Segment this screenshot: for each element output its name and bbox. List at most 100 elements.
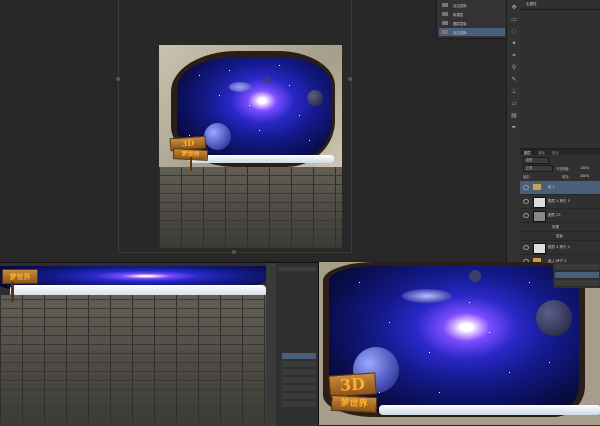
- layer-row[interactable]: 图层 25: [520, 209, 600, 223]
- star: [439, 392, 440, 393]
- history-item[interactable]: 图层蒙版: [439, 19, 505, 27]
- lock-label: 锁定:: [523, 175, 531, 179]
- history-step-icon: [442, 12, 448, 16]
- history-item-selected[interactable]: 自由变换: [439, 28, 505, 36]
- visibility-eye-icon[interactable]: [523, 199, 529, 204]
- layer-effect-item[interactable]: 投影: [520, 232, 600, 241]
- move-icon[interactable]: ✥: [510, 4, 518, 12]
- history-step-icon: [442, 3, 448, 7]
- shot-left-toolstrip: [266, 263, 276, 426]
- star: [219, 95, 220, 96]
- opacity-label: 不透明度:: [556, 167, 570, 171]
- tab-layers[interactable]: 图层: [524, 150, 531, 155]
- star: [299, 115, 300, 116]
- layer-name: 图层 4 拷贝 4: [548, 245, 570, 249]
- mini-layer-row[interactable]: [555, 280, 599, 287]
- layer-effect-name: 投影: [556, 234, 563, 238]
- ringed-planet-image: [229, 82, 251, 92]
- layer-row-selected[interactable]: 组 1: [520, 181, 600, 195]
- layer-effects-row[interactable]: 效果: [520, 223, 600, 232]
- small-planet-image: [469, 270, 481, 282]
- wand-icon[interactable]: ✦: [510, 40, 518, 48]
- mini-layer-row[interactable]: [282, 369, 316, 375]
- layer-thumbnail: [533, 197, 546, 208]
- star: [229, 70, 230, 71]
- fill-value[interactable]: 100%: [580, 174, 589, 178]
- mini-layer-selected[interactable]: [555, 272, 599, 279]
- mini-layer-row[interactable]: [282, 401, 316, 407]
- lasso-icon[interactable]: ◌: [510, 28, 518, 36]
- history-item[interactable]: 自由变换: [439, 1, 505, 9]
- star: [249, 105, 250, 106]
- tab-paths[interactable]: 路径: [552, 150, 559, 155]
- sign-post: [190, 157, 192, 171]
- crop-icon[interactable]: ⌗: [510, 52, 518, 60]
- history-item[interactable]: 新建层: [439, 10, 505, 18]
- bottom-right-screenshot: 3D 梦世界: [318, 262, 600, 425]
- properties-panel: 无属性: [520, 0, 600, 148]
- star: [389, 322, 390, 323]
- history-step-icon: [442, 30, 448, 34]
- blue-planet-image: [204, 123, 231, 150]
- divider: [520, 9, 600, 10]
- stone-floor-image: [159, 167, 342, 248]
- layer-name: 图层 25: [548, 213, 561, 217]
- transform-handle-right[interactable]: [348, 77, 352, 81]
- star: [289, 85, 290, 86]
- sign-post: [11, 282, 14, 302]
- transform-handle-bottom[interactable]: [232, 250, 236, 254]
- pen-icon[interactable]: ✒: [510, 124, 518, 132]
- star: [429, 352, 430, 353]
- dark-planet-image: [536, 300, 572, 336]
- visibility-eye-icon[interactable]: [523, 185, 529, 190]
- mini-tab-bar: [278, 267, 316, 271]
- layer-name: 图层 4 拷贝 5: [548, 199, 570, 203]
- layer-thumbnail: [533, 211, 546, 222]
- layer-thumbnail: [533, 243, 546, 254]
- star: [359, 282, 360, 283]
- star: [469, 302, 470, 303]
- eraser-icon[interactable]: ▱: [510, 100, 518, 108]
- tab-channels[interactable]: 通道: [538, 150, 545, 155]
- layer-filter-select[interactable]: 类型: [523, 157, 549, 164]
- visibility-eye-icon[interactable]: [523, 245, 529, 250]
- sign-dream-world: 梦世界: [330, 394, 378, 414]
- ice-ledge-image: [189, 155, 334, 163]
- visibility-eye-icon[interactable]: [523, 213, 529, 218]
- star: [259, 130, 260, 131]
- mini-layer-row[interactable]: [282, 385, 316, 391]
- blend-mode-select[interactable]: 正常: [523, 165, 553, 172]
- mini-layer-row[interactable]: [555, 264, 599, 271]
- layers-tab-bar: 图层 通道 路径: [520, 149, 600, 155]
- marquee-icon[interactable]: ▭: [510, 16, 518, 24]
- fill-label: 填充:: [562, 175, 570, 179]
- ice-ledge-image: [379, 405, 600, 415]
- star: [379, 392, 380, 393]
- history-step-icon: [442, 21, 448, 25]
- mini-layer-row[interactable]: [282, 393, 316, 399]
- sign-3d: 梦世界: [2, 269, 38, 284]
- ringed-planet-image: [402, 289, 452, 303]
- star: [509, 372, 510, 373]
- star: [189, 135, 190, 136]
- star: [529, 282, 530, 283]
- layer-row[interactable]: 图层 4 拷贝 4: [520, 241, 600, 255]
- transform-handle-left[interactable]: [116, 77, 120, 81]
- eyedropper-icon[interactable]: ⚲: [510, 64, 518, 72]
- properties-title: 无属性: [526, 2, 537, 6]
- stamp-icon[interactable]: ⊥: [510, 88, 518, 96]
- mini-layer-row[interactable]: [282, 361, 316, 367]
- document-canvas[interactable]: 3D 梦世界: [159, 45, 342, 248]
- brush-icon[interactable]: ✎: [510, 76, 518, 84]
- mini-layer-row[interactable]: [282, 377, 316, 383]
- star: [199, 75, 200, 76]
- mini-layer-selected[interactable]: [282, 353, 316, 359]
- stone-floor-image: [0, 295, 266, 426]
- layer-row[interactable]: 图层 4 拷贝 5: [520, 195, 600, 209]
- layer-name: 组 1: [548, 185, 555, 189]
- gradient-icon[interactable]: ▤: [510, 112, 518, 120]
- opacity-value[interactable]: 100%: [580, 166, 589, 170]
- star: [489, 332, 490, 333]
- small-planet-image: [264, 77, 270, 83]
- bottom-left-screenshot: 梦世界: [0, 262, 318, 426]
